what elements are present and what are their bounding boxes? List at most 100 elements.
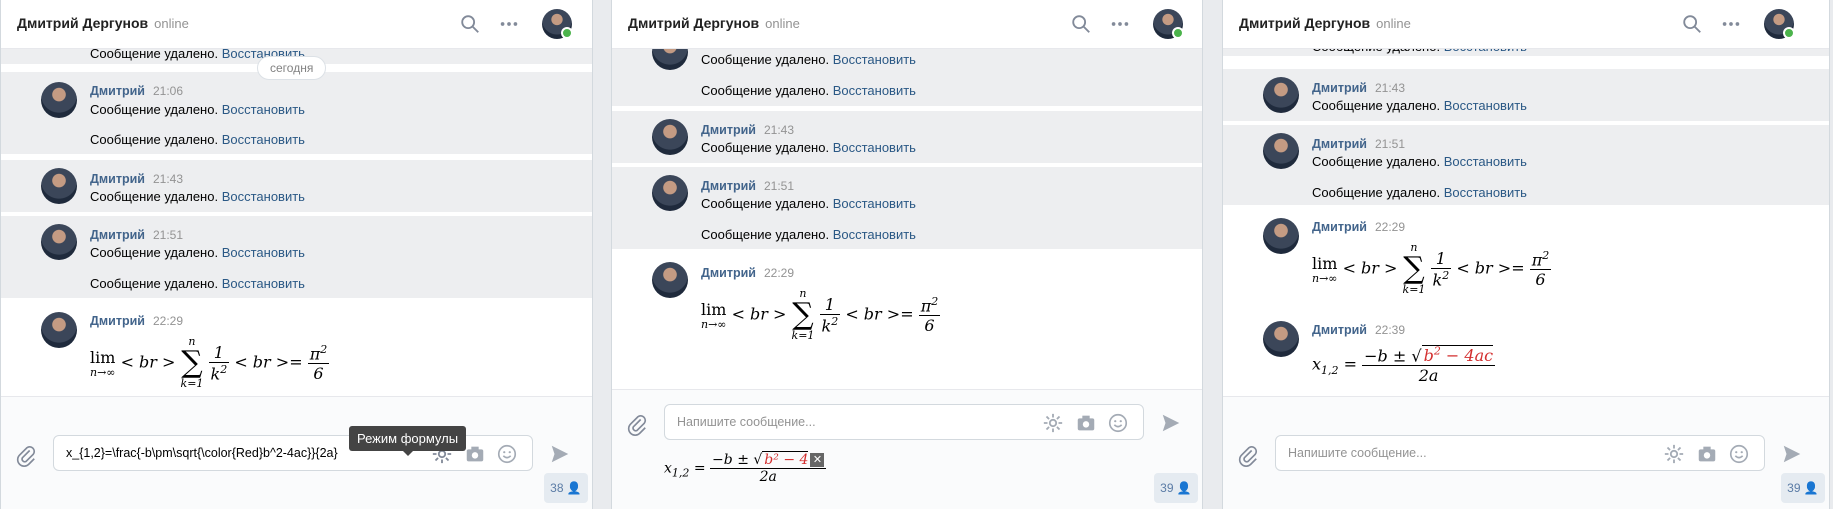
contact-status: online	[1376, 16, 1411, 31]
avatar[interactable]	[652, 175, 688, 211]
restore-link[interactable]: Восстановить	[833, 83, 916, 98]
formula-preview: x1,2 = −b ± √ b² − 4 ✕ 2a	[664, 451, 827, 485]
search-icon[interactable]	[459, 13, 481, 35]
message-group: Сообщение удалено. Восстановить Сообщени…	[612, 34, 1202, 106]
restore-link[interactable]: Восстановить	[1444, 154, 1527, 169]
avatar[interactable]	[41, 224, 77, 260]
message-time: 22:29	[763, 266, 794, 280]
avatar[interactable]	[1263, 218, 1299, 254]
send-icon[interactable]	[1781, 443, 1803, 465]
deleted-message: Сообщение удалено. Восстановить	[1312, 185, 1527, 200]
message-group: Дмитрий 22:29 lim n→∞ < br > n ∑ k=1 1 k2 < b…	[1223, 212, 1829, 308]
gear-icon[interactable]	[1663, 443, 1685, 465]
close-icon[interactable]: ✕	[810, 453, 825, 467]
message-author[interactable]: Дмитрий 21:43	[1312, 81, 1405, 95]
message-author[interactable]: Дмитрий 21:43	[90, 172, 183, 186]
deleted-message: Сообщение удалено. Восстановить	[90, 189, 305, 204]
restore-link[interactable]: Восстановить	[833, 140, 916, 155]
participants-count[interactable]: 38 👤	[544, 473, 588, 503]
chat-panel-3: Дмитрий Дергуновonline Сообщение удалено…	[1222, 0, 1830, 509]
message-group: Дмитрий 21:43 Сообщение удалено. Восстано…	[612, 111, 1202, 163]
restore-link[interactable]: Восстановить	[222, 276, 305, 291]
restore-link[interactable]: Восстановить	[833, 227, 916, 242]
camera-icon[interactable]	[1696, 443, 1718, 465]
paperclip-icon[interactable]	[1237, 445, 1259, 467]
smile-icon[interactable]	[496, 443, 518, 465]
message-input[interactable]: Напишите сообщение...	[664, 404, 1144, 440]
restore-link[interactable]: Восстановить	[1444, 98, 1527, 113]
restore-link[interactable]: Восстановить	[222, 245, 305, 260]
message-author[interactable]: Дмитрий 22:39	[1312, 323, 1405, 337]
restore-link[interactable]: Восстановить	[833, 196, 916, 211]
avatar[interactable]	[652, 262, 688, 298]
message-author[interactable]: Дмитрий 21:51	[1312, 137, 1405, 151]
header-avatar[interactable]	[1153, 9, 1184, 39]
avatar[interactable]	[1263, 133, 1299, 169]
deleted-message: Сообщение удалено. Восстановить	[701, 196, 916, 211]
composer: Напишите сообщение... 39 👤	[1223, 396, 1829, 509]
avatar[interactable]	[41, 168, 77, 204]
user-icon: 👤	[566, 481, 582, 495]
avatar[interactable]	[41, 312, 77, 348]
message-author[interactable]: Дмитрий 21:06	[90, 84, 183, 98]
contact-name[interactable]: Дмитрий Дергунов online	[1239, 15, 1411, 31]
formula-limit: lim n→∞ < br > n ∑ k=1 1 k2 < br >= π2 6	[1312, 241, 1552, 296]
restore-link[interactable]: Восстановить	[222, 102, 305, 117]
search-icon[interactable]	[1681, 13, 1703, 35]
message-input[interactable]: Напишите сообщение...	[1275, 435, 1765, 471]
deleted-message: Сообщение удалено. Восстановить	[701, 140, 916, 155]
restore-link[interactable]: Восстановить	[833, 52, 916, 67]
message-author[interactable]: Дмитрий 22:29	[1312, 220, 1405, 234]
message-time: 21:51	[1374, 137, 1405, 151]
message-group: Дмитрий 21:06 Сообщение удалено. Восстано…	[1, 72, 592, 154]
message-time: 21:06	[152, 84, 183, 98]
message-input-value: x_{1,2}=\frac{-b\pm\sqrt{\color{Red}b^2-…	[66, 446, 338, 460]
contact-name[interactable]: Дмитрий Дергунов online	[628, 15, 800, 31]
restore-link[interactable]: Восстановить	[222, 189, 305, 204]
message-author[interactable]: Дмитрий 21:51	[701, 179, 794, 193]
avatar[interactable]	[1263, 77, 1299, 113]
contact-status: online	[765, 16, 800, 31]
deleted-message: Сообщение удалено. Восстановить	[701, 83, 916, 98]
formula-limit: lim n→∞ < br > n ∑ k=1 1 k2 < br >= π2 6	[701, 287, 941, 342]
more-icon[interactable]	[1109, 13, 1131, 35]
header-avatar[interactable]	[542, 9, 573, 39]
message-group: Дмитрий 22:29 lim n→∞ < br > n ∑ k=1 1 k2 < b…	[612, 254, 1202, 354]
message-author[interactable]: Дмитрий 21:43	[701, 123, 794, 137]
message-author[interactable]: Дмитрий 22:29	[701, 266, 794, 280]
more-icon[interactable]	[1720, 13, 1742, 35]
message-author[interactable]: Дмитрий 22:29	[90, 314, 183, 328]
restore-link[interactable]: Восстановить	[222, 132, 305, 147]
participants-count[interactable]: 39 👤	[1781, 473, 1825, 503]
paperclip-icon[interactable]	[626, 414, 648, 436]
camera-icon[interactable]	[464, 443, 486, 465]
contact-name[interactable]: Дмитрий Дергунов online	[17, 15, 189, 31]
message-time: 21:43	[763, 123, 794, 137]
camera-icon[interactable]	[1075, 412, 1097, 434]
send-icon[interactable]	[549, 443, 571, 465]
participants-count[interactable]: 39 👤	[1154, 473, 1198, 503]
chat-header: Дмитрий Дергунов online	[1223, 0, 1829, 49]
restore-link[interactable]: Восстановить	[1444, 185, 1527, 200]
smile-icon[interactable]	[1107, 412, 1129, 434]
message-group: Дмитрий 21:51 Сообщение удалено. Восстано…	[612, 167, 1202, 249]
gear-icon[interactable]	[1042, 412, 1064, 434]
avatar[interactable]	[652, 119, 688, 155]
message-time: 21:43	[1374, 81, 1405, 95]
header-avatar[interactable]	[1764, 9, 1795, 39]
message-group: Дмитрий 21:43 Сообщение удалено. Восстано…	[1, 160, 592, 212]
send-icon[interactable]	[1160, 412, 1182, 434]
message-author[interactable]: Дмитрий 21:51	[90, 228, 183, 242]
deleted-message: Сообщение удалено. Восстановить	[701, 227, 916, 242]
formula-quadratic: x1,2 = −b ± √ b2 − 4ac 2a	[1312, 345, 1496, 386]
smile-icon[interactable]	[1728, 443, 1750, 465]
formula-limit: lim n→∞ < br > n ∑ k=1 1 k2 < br >= π2 6	[90, 335, 330, 390]
avatar[interactable]	[41, 82, 77, 118]
search-icon[interactable]	[1070, 13, 1092, 35]
more-icon[interactable]	[498, 13, 520, 35]
avatar[interactable]	[1263, 321, 1299, 357]
contact-status: online	[154, 16, 189, 31]
paperclip-icon[interactable]	[15, 445, 37, 467]
message-time: 21:51	[152, 228, 183, 242]
date-separator: сегодня	[257, 56, 327, 80]
